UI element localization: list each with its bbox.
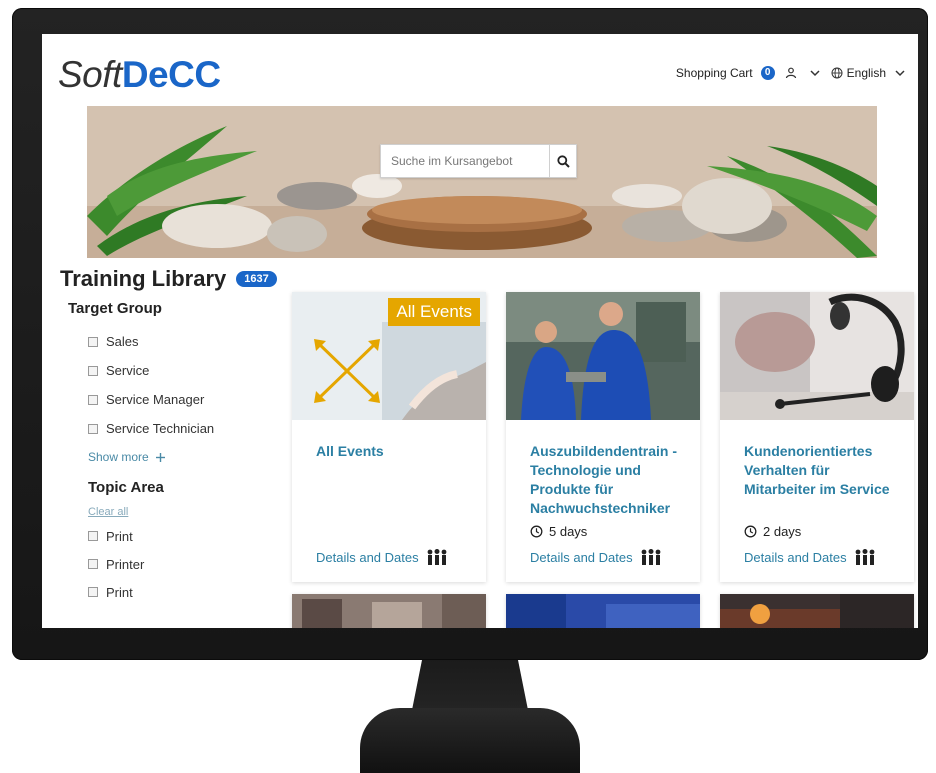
course-duration: 5 days [530,524,587,539]
course-title[interactable]: All Events [316,442,466,461]
filter-checkbox[interactable] [88,365,98,376]
details-and-dates-link[interactable]: Details and Dates [316,548,449,566]
filter-option-label: Print [106,528,133,544]
course-search-input[interactable] [381,145,549,177]
filter-option-label: Printer [106,556,145,572]
course-duration-label: 2 days [763,524,802,539]
user-icon [785,67,797,79]
chevron-down-icon [894,67,906,79]
course-card-partial[interactable] [720,594,914,628]
course-card-partial[interactable] [292,594,486,628]
library-heading: Training Library 1637 [60,266,277,292]
clock-icon [530,525,543,538]
course-card[interactable]: Auszubildendentrain - Technologie und Pr… [506,292,700,582]
course-search-bar [380,144,577,178]
course-card-image [720,292,914,420]
course-card-image [292,594,486,628]
show-more-label: Show more [88,450,149,464]
cart-count-badge: 0 [760,66,775,80]
library-count-badge: 1637 [236,271,277,287]
shopping-cart-link[interactable]: Shopping Cart 0 [676,66,775,80]
globe-icon [831,67,843,79]
filter-option-label: Sales [106,334,139,349]
chevron-down-icon [809,67,821,79]
filter-option-label: Service Technician [106,421,215,436]
hero-background-image [87,106,877,258]
group-people-icon [425,548,449,566]
topic-area-heading: Topic Area [88,479,164,496]
filter-checkbox[interactable] [88,559,98,569]
clear-all-link[interactable]: Clear all [68,502,288,522]
filter-checkbox[interactable] [88,423,98,434]
search-button[interactable] [549,145,576,177]
course-card-image [506,594,700,628]
logo[interactable]: SoftDeCC [58,54,221,96]
course-title[interactable]: Kundenorientiertes Verhalten für Mitarbe… [744,442,894,499]
filter-option-print-sub[interactable]: Print [68,578,288,606]
details-link-label: Details and Dates [744,549,847,565]
course-duration: 2 days [744,524,801,539]
filter-option-label: Print [106,584,133,600]
filter-option-print[interactable]: Print [68,522,288,550]
monitor-base [360,708,580,773]
filter-option-printer[interactable]: Printer [68,550,288,578]
filter-checkbox[interactable] [88,531,98,541]
clock-icon [744,525,757,538]
top-navigation: Shopping Cart 0 English [676,66,906,80]
filter-option-sales[interactable]: Sales [68,327,288,356]
library-title: Training Library [60,266,227,291]
logo-decc-text: DeCC [121,54,221,95]
details-and-dates-link[interactable]: Details and Dates [530,548,663,566]
group-people-icon [639,548,663,566]
course-card-image [720,594,914,628]
filter-sidebar: Target Group Sales Service Service Manag… [68,300,288,606]
details-link-label: Details and Dates [530,549,633,565]
user-menu[interactable] [785,67,821,79]
course-card-image: All Events [292,292,486,420]
details-link-label: Details and Dates [316,549,419,565]
target-group-heading: Target Group [68,300,162,317]
search-icon [556,154,570,168]
filter-checkbox[interactable] [88,336,98,347]
filter-checkbox[interactable] [88,394,98,405]
course-card[interactable]: Kundenorientiertes Verhalten für Mitarbe… [720,292,914,582]
language-selector[interactable]: English [831,66,906,80]
all-events-banner: All Events [388,298,480,326]
course-duration-label: 5 days [549,524,588,539]
screen: SoftDeCC Shopping Cart 0 English Suche i… [42,34,918,628]
course-card-image [506,292,700,420]
plus-icon [155,452,166,463]
filter-option-service-technician[interactable]: Service Technician [68,414,288,443]
course-card-partial[interactable] [506,594,700,628]
filter-option-service[interactable]: Service [68,356,288,385]
language-label: English [846,66,886,80]
filter-option-service-manager[interactable]: Service Manager [68,385,288,414]
filter-checkbox[interactable] [88,587,98,597]
filter-option-label: Service [106,363,150,378]
filter-option-label: Service Manager [106,392,205,407]
shopping-cart-label: Shopping Cart [675,66,753,80]
group-people-icon [853,548,877,566]
show-more-link[interactable]: Show more [68,443,288,471]
course-card[interactable]: All Events All Events Details and Dates [292,292,486,582]
details-and-dates-link[interactable]: Details and Dates [744,548,877,566]
course-title[interactable]: Auszubildendentrain - Technologie und Pr… [530,442,680,518]
hero-banner [87,106,877,258]
logo-soft-text: Soft [58,54,122,95]
